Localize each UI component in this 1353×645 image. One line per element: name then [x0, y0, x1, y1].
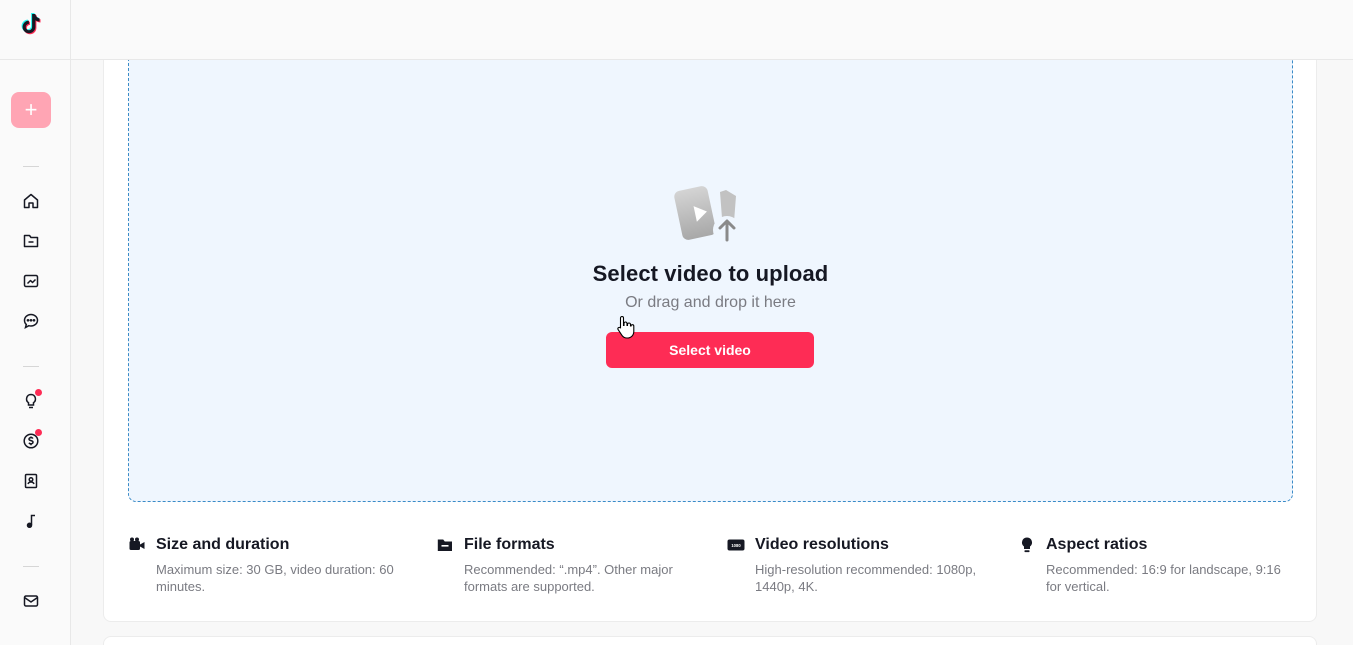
info-title: Video resolutions [755, 536, 889, 553]
sidebar-item-academy[interactable] [21, 471, 41, 491]
folder-icon [436, 536, 454, 554]
sidebar-item-sounds[interactable] [21, 511, 41, 531]
comments-icon [23, 313, 39, 329]
info-title: File formats [464, 536, 555, 553]
info-description: Recommended: “.mp4”. Other major formats… [464, 562, 673, 594]
upload-subtitle: Or drag and drop it here [625, 294, 796, 311]
sidebar-divider [23, 566, 39, 567]
info-file-formats: File formats Recommended: “.mp4”. Other … [436, 536, 706, 595]
sidebar-item-inspiration[interactable] [21, 389, 42, 411]
info-description: Recommended: 16:9 for landscape, 9:16 fo… [1046, 562, 1281, 594]
top-bar [71, 0, 1353, 60]
info-description: High-resolution recommended: 1080p, 1440… [755, 562, 977, 594]
sidebar: + [0, 0, 71, 645]
hand-cursor-icon [617, 315, 635, 339]
sidebar-item-comments[interactable] [21, 311, 41, 331]
lightbulb-icon [1018, 536, 1036, 554]
app-window: + Select video to upload Or drag and dro… [0, 0, 1353, 645]
notification-dot [35, 429, 42, 436]
folder-icon [23, 234, 39, 248]
sidebar-item-home[interactable] [21, 191, 41, 211]
info-aspect-ratios: Aspect ratios Recommended: 16:9 for land… [1018, 536, 1288, 595]
sidebar-item-feedback[interactable] [21, 591, 41, 611]
info-title: Aspect ratios [1046, 536, 1148, 553]
svg-text:1080: 1080 [731, 543, 741, 548]
info-description: Maximum size: 30 GB, video duration: 60 … [156, 562, 394, 594]
sidebar-divider [23, 366, 39, 367]
mail-icon [23, 595, 39, 607]
analytics-icon [23, 274, 39, 288]
sidebar-item-posts[interactable] [21, 231, 41, 251]
book-icon [24, 473, 38, 489]
plus-icon: + [24, 97, 38, 122]
home-icon [23, 193, 39, 209]
info-video-resolutions: 1080 Video resolutions High-resolution r… [727, 536, 997, 595]
sidebar-divider [23, 166, 39, 167]
sidebar-header-divider [0, 59, 71, 60]
music-icon [26, 514, 35, 529]
sidebar-item-monetization[interactable] [21, 429, 42, 451]
tiktok-logo-icon[interactable] [19, 12, 43, 38]
resolution-icon: 1080 [727, 536, 745, 554]
info-size-duration: Size and duration Maximum size: 30 GB, v… [128, 536, 398, 595]
upload-title: Select video to upload [592, 261, 829, 286]
select-video-button[interactable]: Select video [606, 332, 814, 368]
upload-button[interactable]: + [11, 92, 51, 128]
info-title: Size and duration [156, 536, 290, 553]
camera-icon [128, 536, 146, 554]
notification-dot [35, 389, 42, 396]
sidebar-item-analytics[interactable] [21, 271, 41, 291]
